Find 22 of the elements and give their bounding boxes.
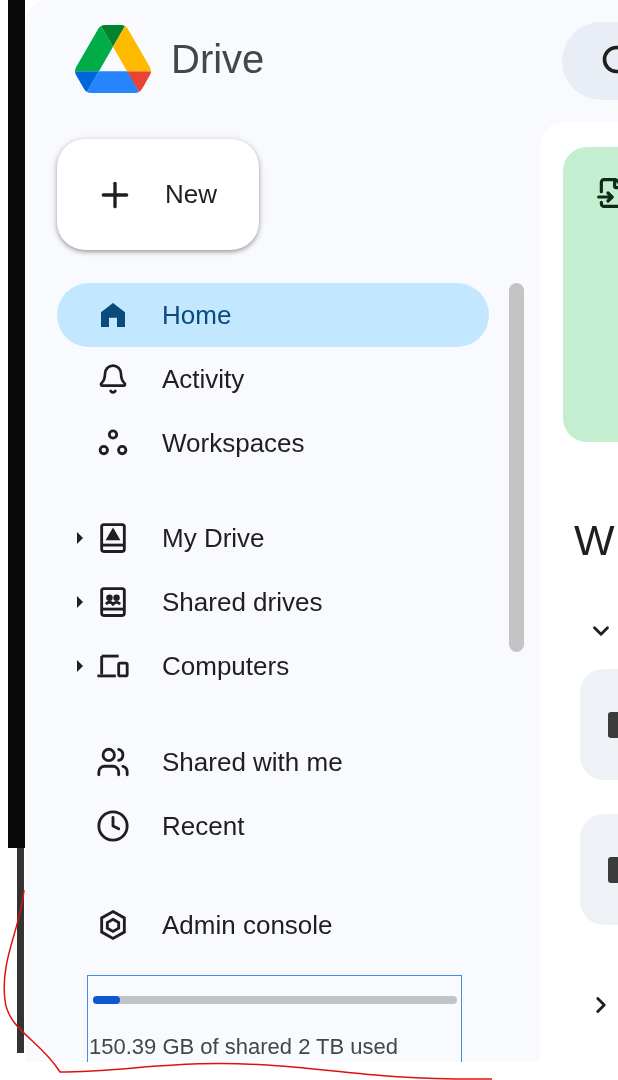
- app-title: Drive: [171, 36, 265, 82]
- nav-item[interactable]: Home: [57, 283, 489, 347]
- scrollbar[interactable]: [509, 283, 524, 652]
- storage-text: 150.39 GB of shared 2 TB used: [89, 1034, 400, 1060]
- clock-icon: [96, 809, 130, 843]
- nav-item[interactable]: Workspaces: [57, 411, 489, 475]
- nav-item[interactable]: My Drive: [57, 506, 489, 570]
- bell-icon: [97, 363, 129, 395]
- storage-panel[interactable]: 150.39 GB of shared 2 TB used: [87, 975, 462, 1062]
- nav-item[interactable]: Activity: [57, 347, 489, 411]
- section-heading: W: [574, 515, 616, 566]
- new-button[interactable]: New: [57, 139, 259, 250]
- nav-item[interactable]: Recent: [57, 794, 489, 858]
- nav-item[interactable]: Shared with me: [57, 730, 489, 794]
- drive-logo-icon: [75, 25, 151, 93]
- expand-arrow-icon[interactable]: [76, 660, 84, 672]
- people-icon: [96, 745, 130, 779]
- nav-item[interactable]: Admin console: [57, 893, 489, 957]
- nav-item[interactable]: Computers: [57, 634, 489, 698]
- nav-item[interactable]: Shared drives: [57, 570, 489, 634]
- expand-arrow-icon[interactable]: [76, 596, 84, 608]
- expand-arrow-icon[interactable]: [76, 532, 84, 544]
